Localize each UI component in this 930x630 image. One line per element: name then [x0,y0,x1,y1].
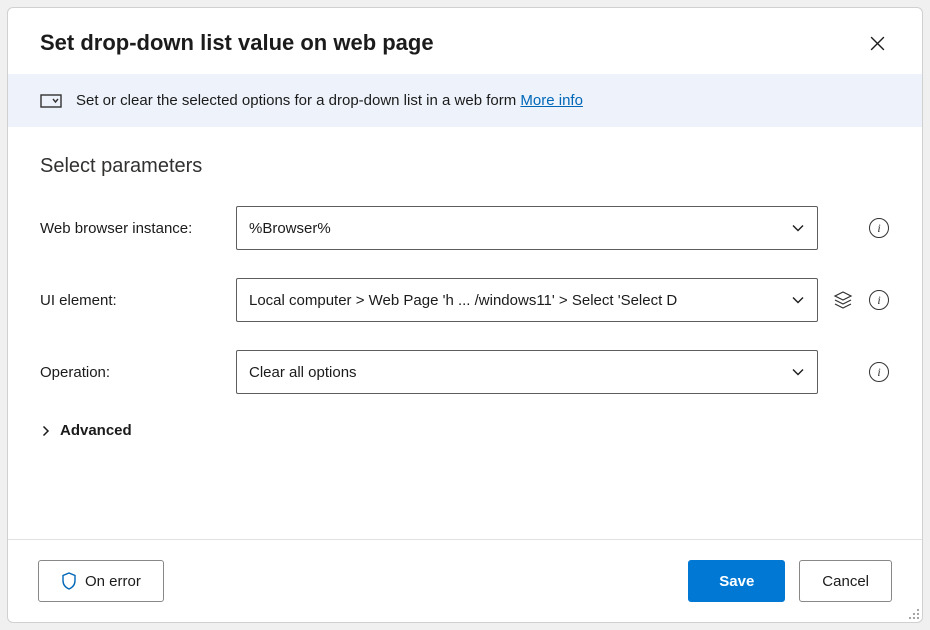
ui-element-info-button[interactable]: i [868,289,890,311]
operation-label: Operation: [40,364,236,381]
web-browser-label: Web browser instance: [40,220,236,237]
section-title: Select parameters [40,155,890,178]
on-error-button[interactable]: On error [38,560,164,602]
info-banner: Set or clear the selected options for a … [8,74,922,127]
save-label: Save [719,573,754,590]
content-area: Select parameters Web browser instance: … [8,127,922,539]
web-browser-value: %Browser% [249,220,791,237]
ui-element-picker-button[interactable] [832,289,854,311]
cancel-button[interactable]: Cancel [799,560,892,602]
operation-value: Clear all options [249,364,791,381]
dialog-title: Set drop-down list value on web page [40,30,434,56]
param-ui-element: UI element: Local computer > Web Page 'h… [40,278,890,322]
shield-icon [61,572,77,590]
on-error-label: On error [85,573,141,590]
web-browser-select[interactable]: %Browser% [236,206,818,250]
operation-select[interactable]: Clear all options [236,350,818,394]
ui-element-select[interactable]: Local computer > Web Page 'h ... /window… [236,278,818,322]
dialog: Set drop-down list value on web page Set… [7,7,923,623]
layers-icon [833,290,853,310]
info-icon: i [869,290,889,310]
footer-actions: Save Cancel [688,560,892,602]
ui-element-value: Local computer > Web Page 'h ... /window… [249,292,791,309]
param-web-browser: Web browser instance: %Browser% i [40,206,890,250]
chevron-right-icon [40,425,52,437]
chevron-down-icon [791,221,805,235]
info-icon: i [869,218,889,238]
banner-description: Set or clear the selected options for a … [76,92,520,109]
close-icon [869,35,886,52]
dropdown-banner-icon [40,93,62,109]
info-icon: i [869,362,889,382]
cancel-label: Cancel [822,573,869,590]
advanced-toggle[interactable]: Advanced [40,422,890,439]
more-info-link[interactable]: More info [520,92,583,109]
ui-element-label: UI element: [40,292,236,309]
save-button[interactable]: Save [688,560,785,602]
chevron-down-icon [791,365,805,379]
chevron-down-icon [791,293,805,307]
banner-text: Set or clear the selected options for a … [76,92,583,109]
dialog-header: Set drop-down list value on web page [8,8,922,74]
operation-info-button[interactable]: i [868,361,890,383]
dialog-footer: On error Save Cancel [8,539,922,622]
advanced-label: Advanced [60,422,132,439]
web-browser-info-button[interactable]: i [868,217,890,239]
close-button[interactable] [865,31,890,56]
resize-grip-icon[interactable] [906,606,920,620]
param-operation: Operation: Clear all options i [40,350,890,394]
